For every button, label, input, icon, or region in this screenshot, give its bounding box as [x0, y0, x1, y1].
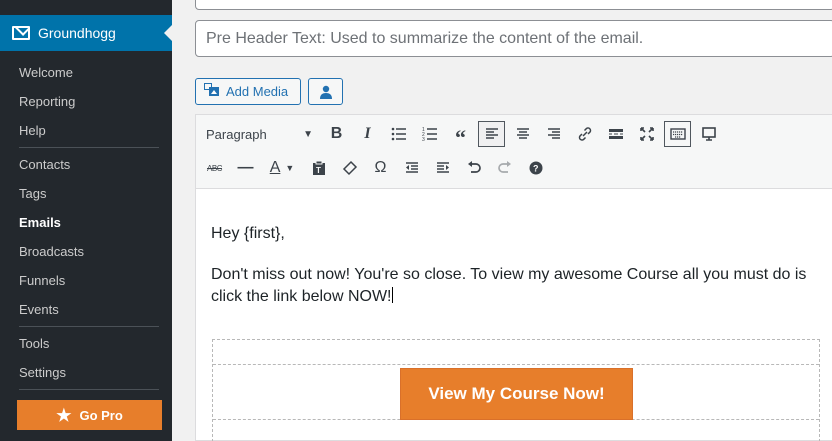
sidebar-separator [19, 326, 159, 327]
insert-user-button[interactable] [308, 78, 343, 105]
link-icon [578, 127, 591, 141]
redo-button[interactable] [491, 155, 518, 181]
body-paragraph: Don't miss out now! You're so close. To … [211, 266, 807, 305]
go-pro-button[interactable]: ★ Go Pro [17, 400, 162, 430]
keyboard-icon [669, 128, 686, 140]
format-select[interactable]: Paragraph ▼ [201, 122, 321, 146]
align-right-button[interactable] [540, 121, 567, 147]
paste-text-button[interactable]: T [305, 155, 332, 181]
indent-icon [436, 162, 449, 173]
editor-toolbar: Paragraph ▼ B I 123 “ ABC — A ▼ T Ω ? [195, 114, 832, 188]
sidebar-item-tags[interactable]: Tags [0, 179, 172, 208]
indent-button[interactable] [429, 155, 456, 181]
align-right-icon [547, 128, 560, 139]
italic-icon: I [364, 125, 371, 142]
outdent-icon [405, 162, 418, 173]
clear-formatting-button[interactable] [336, 155, 363, 181]
sidebar-item-emails[interactable]: Emails [0, 208, 172, 237]
toolbar-toggle-button[interactable] [664, 121, 691, 147]
align-center-icon [516, 128, 529, 139]
sidebar-brand-label: Groundhogg [38, 25, 116, 41]
sidebar-item-events[interactable]: Events [0, 295, 172, 324]
bold-button[interactable]: B [323, 121, 350, 147]
svg-text:3: 3 [422, 137, 425, 143]
user-icon [319, 85, 332, 99]
preheader-placeholder: Pre Header Text: Used to summarize the c… [206, 29, 644, 47]
horizontal-line-button[interactable]: — [232, 155, 259, 181]
text-color-icon: A [269, 159, 281, 176]
help-icon: ? [529, 161, 542, 175]
admin-sidebar: Groundhogg Welcome Reporting Help Contacts T… [0, 0, 173, 441]
chevron-down-icon: ▼ [303, 128, 313, 140]
fullscreen-icon [639, 127, 654, 141]
undo-icon [467, 161, 481, 173]
horizontal-line-icon: — [237, 159, 254, 176]
go-pro-label: Go Pro [79, 407, 123, 423]
desktop-icon [701, 127, 716, 141]
chevron-down-icon: ▼ [285, 163, 295, 173]
button-row: View My Course Now! [213, 364, 819, 420]
cta-button[interactable]: View My Course Now! [400, 368, 633, 420]
sidebar-item-broadcasts[interactable]: Broadcasts [0, 237, 172, 266]
svg-text:T: T [316, 166, 321, 175]
special-character-button[interactable]: Ω [367, 155, 394, 181]
strikethrough-icon: ABC [207, 163, 222, 173]
cta-label: View My Course Now! [428, 384, 605, 403]
numbered-list-button[interactable]: 123 [416, 121, 443, 147]
omega-icon: Ω [374, 159, 387, 176]
sidebar-separator [19, 147, 159, 148]
align-left-button[interactable] [478, 121, 505, 147]
sidebar-separator [19, 389, 159, 390]
keyboard-shortcuts-button[interactable]: ? [522, 155, 549, 181]
mail-icon [12, 26, 30, 40]
media-icon [204, 83, 220, 100]
bullet-list-button[interactable] [385, 121, 412, 147]
svg-text:?: ? [533, 164, 539, 174]
insert-more-button[interactable] [602, 121, 629, 147]
format-select-value: Paragraph [206, 126, 267, 142]
preview-button[interactable] [695, 121, 722, 147]
bullet-list-icon [391, 127, 406, 141]
align-left-icon [485, 128, 498, 139]
read-more-icon [608, 129, 623, 139]
email-editor-main: Pre Header Text: Used to summarize the c… [180, 0, 832, 441]
strikethrough-button[interactable]: ABC [201, 155, 228, 181]
sidebar-item-tools[interactable]: Tools [0, 329, 172, 358]
sidebar-item-help[interactable]: Help [0, 116, 172, 145]
italic-button[interactable]: I [354, 121, 381, 147]
sidebar-item-welcome[interactable]: Welcome [0, 58, 172, 87]
clipboard-icon: T [312, 160, 325, 175]
fullscreen-button[interactable] [633, 121, 660, 147]
sidebar-menu: Welcome Reporting Help Contacts Tags Emails Br… [0, 58, 172, 392]
sidebar-item-settings[interactable]: Settings [0, 358, 172, 387]
star-icon: ★ [56, 405, 72, 425]
sidebar-item-funnels[interactable]: Funnels [0, 266, 172, 295]
undo-button[interactable] [460, 155, 487, 181]
eraser-icon [342, 160, 357, 176]
preheader-input[interactable]: Pre Header Text: Used to summarize the c… [195, 20, 832, 57]
button-block[interactable]: View My Course Now! [212, 339, 820, 441]
redo-icon [497, 161, 511, 173]
add-media-label: Add Media [226, 84, 289, 99]
sidebar-item-contacts[interactable]: Contacts [0, 150, 172, 179]
text-color-button[interactable]: A ▼ [263, 155, 301, 181]
add-media-button[interactable]: Add Media [195, 78, 301, 105]
sidebar-item-groundhogg[interactable]: Groundhogg [0, 15, 173, 51]
sidebar-item-reporting[interactable]: Reporting [0, 87, 172, 116]
email-content-editor[interactable]: Hey {first}, Don't miss out now! You're … [195, 188, 832, 441]
subject-field[interactable] [195, 0, 832, 10]
align-center-button[interactable] [509, 121, 536, 147]
greeting-text: Hey {first}, [211, 225, 285, 242]
numbered-list-icon: 123 [422, 127, 437, 143]
quote-icon: “ [455, 125, 466, 150]
blockquote-button[interactable]: “ [447, 121, 474, 150]
insert-link-button[interactable] [571, 121, 598, 147]
text-cursor [391, 287, 393, 303]
bold-icon: B [330, 125, 343, 142]
outdent-button[interactable] [398, 155, 425, 181]
